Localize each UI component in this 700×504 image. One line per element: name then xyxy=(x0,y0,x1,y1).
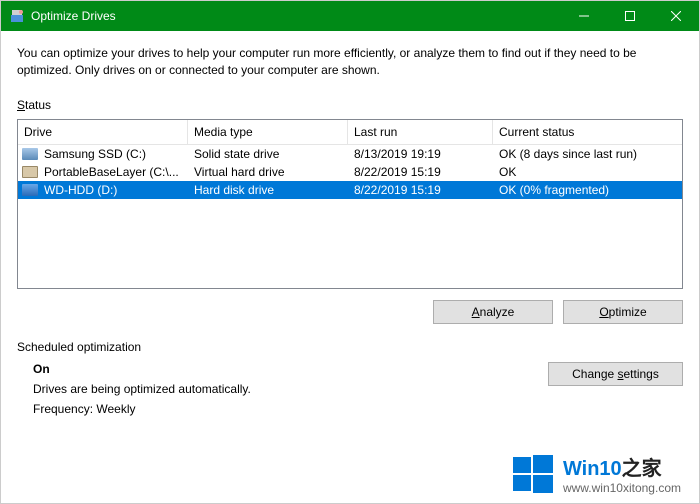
sched-on: On xyxy=(33,362,548,376)
change-settings-button[interactable]: Change settings xyxy=(548,362,683,386)
drive-last: 8/13/2019 19:19 xyxy=(348,147,493,161)
ssd-icon xyxy=(22,148,38,160)
windows-logo-icon xyxy=(513,454,553,494)
hdd-icon xyxy=(22,184,38,196)
watermark-url: www.win10xitong.com xyxy=(563,481,681,495)
drive-last: 8/22/2019 15:19 xyxy=(348,165,493,179)
drive-last: 8/22/2019 15:19 xyxy=(348,183,493,197)
sched-label: Scheduled optimization xyxy=(17,340,683,354)
drive-row[interactable]: Samsung SSD (C:) Solid state drive 8/13/… xyxy=(18,145,682,163)
watermark-brand: Win10之家 xyxy=(563,452,681,481)
drive-media: Hard disk drive xyxy=(188,183,348,197)
scheduled-optimization: Scheduled optimization On Drives are bei… xyxy=(17,340,683,416)
drive-status: OK (8 days since last run) xyxy=(493,147,682,161)
col-media[interactable]: Media type xyxy=(188,120,348,144)
intro-text: You can optimize your drives to help you… xyxy=(17,45,657,80)
col-drive[interactable]: Drive xyxy=(18,120,188,144)
drive-media: Virtual hard drive xyxy=(188,165,348,179)
list-header: Drive Media type Last run Current status xyxy=(18,120,682,145)
action-buttons: Analyze Optimize xyxy=(17,300,683,324)
status-label: Status xyxy=(17,98,683,112)
app-icon xyxy=(9,8,25,24)
sched-freq: Frequency: Weekly xyxy=(33,402,548,416)
sched-desc: Drives are being optimized automatically… xyxy=(33,382,548,396)
window-controls xyxy=(561,1,699,31)
title-bar: Optimize Drives xyxy=(1,1,699,31)
window-title: Optimize Drives xyxy=(31,9,561,23)
vhd-icon xyxy=(22,166,38,178)
drive-status: OK (0% fragmented) xyxy=(493,183,682,197)
content-area: You can optimize your drives to help you… xyxy=(1,31,699,416)
close-button[interactable] xyxy=(653,1,699,31)
drive-name: WD-HDD (D:) xyxy=(44,183,117,197)
minimize-button[interactable] xyxy=(561,1,607,31)
drive-row[interactable]: PortableBaseLayer (C:\... Virtual hard d… xyxy=(18,163,682,181)
analyze-button[interactable]: Analyze xyxy=(433,300,553,324)
optimize-button[interactable]: Optimize xyxy=(563,300,683,324)
drive-row-selected[interactable]: WD-HDD (D:) Hard disk drive 8/22/2019 15… xyxy=(18,181,682,199)
drive-status: OK xyxy=(493,165,682,179)
drives-list[interactable]: Drive Media type Last run Current status… xyxy=(17,119,683,289)
watermark: Win10之家 www.win10xitong.com xyxy=(513,452,681,495)
col-status[interactable]: Current status xyxy=(493,120,682,144)
drive-name: Samsung SSD (C:) xyxy=(44,147,146,161)
drive-name: PortableBaseLayer (C:\... xyxy=(44,165,179,179)
maximize-button[interactable] xyxy=(607,1,653,31)
drive-media: Solid state drive xyxy=(188,147,348,161)
col-last[interactable]: Last run xyxy=(348,120,493,144)
